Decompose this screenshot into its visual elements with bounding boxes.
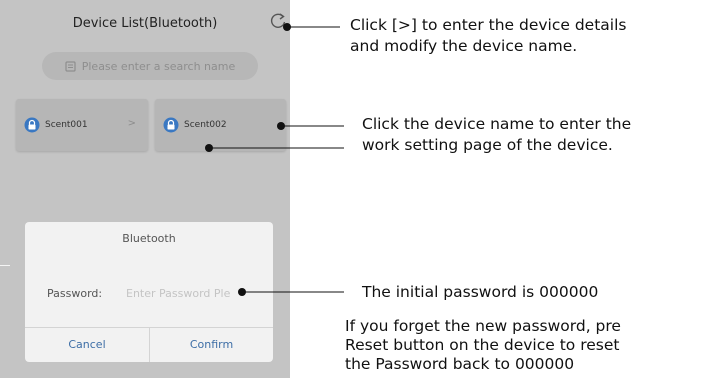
annotation-line: work setting page of the device. — [362, 136, 613, 154]
annotation-line: Click the device name to enter the — [362, 115, 632, 133]
annotation-line: the Password back to 000000 — [345, 355, 575, 373]
annotation-password: The initial password is 000000 — [362, 282, 598, 303]
annotation-reset: If you forget the new password, pre Rese… — [345, 317, 621, 374]
annotation-line: and modify the device name. — [350, 37, 578, 55]
annotation-line: If you forget the new password, pre — [345, 317, 621, 335]
leader-dot — [283, 23, 291, 31]
annotation-line: Click [>] to enter the device details — [350, 16, 627, 34]
annotation-line: Reset button on the device to reset — [345, 336, 620, 354]
annotation-device: Click the device name to enter the work … — [362, 114, 631, 156]
annotation-refresh: Click [>] to enter the device details an… — [350, 15, 626, 57]
leader-dot — [277, 122, 285, 130]
leader-dot — [205, 144, 213, 152]
leader-dot — [238, 288, 246, 296]
annotation-line: The initial password is 000000 — [362, 283, 599, 301]
